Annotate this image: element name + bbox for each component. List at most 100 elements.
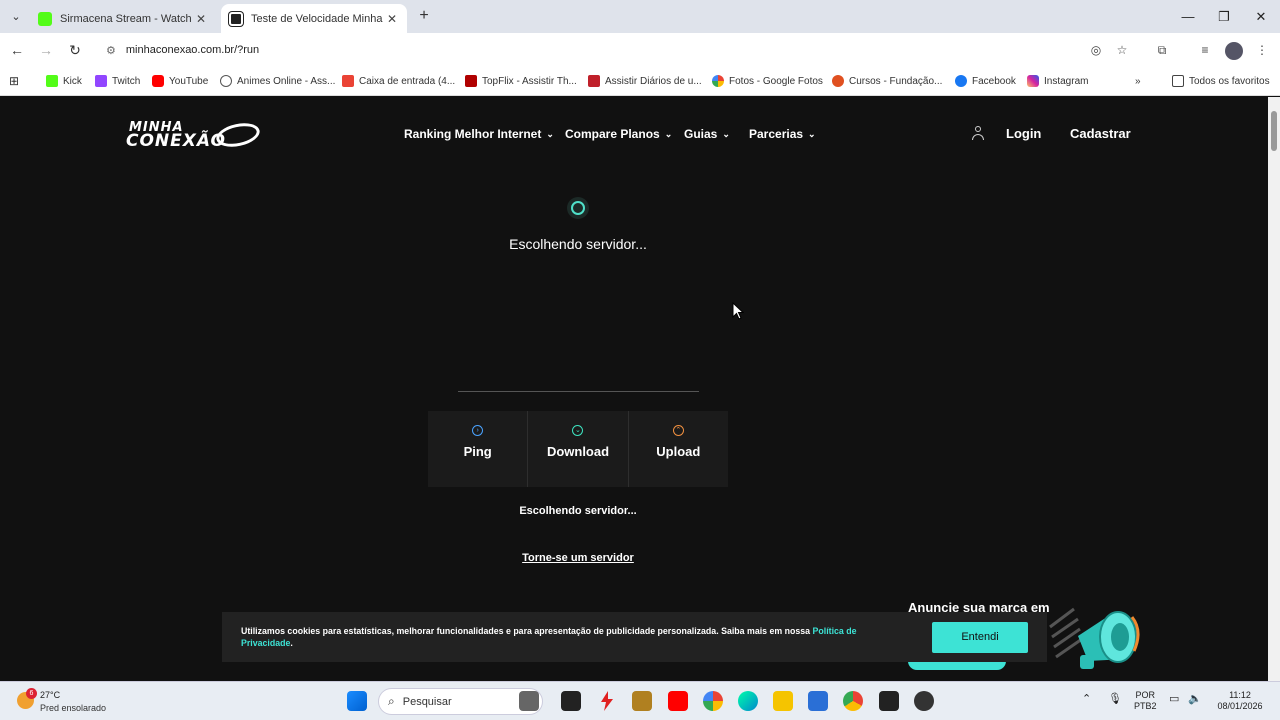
w-icon xyxy=(588,75,600,87)
windows-taskbar: 6 27°C Pred ensolarado ⌕ Pesquisar ⌃ 🎙 P… xyxy=(0,681,1280,720)
minhaconexao-favicon-icon xyxy=(229,11,243,26)
photos-app-icon[interactable] xyxy=(703,691,723,711)
kick-icon xyxy=(46,75,58,87)
app-icon[interactable] xyxy=(914,691,934,711)
bookmark-gmail[interactable]: Caixa de entrada (4... xyxy=(342,73,455,89)
youtube-icon xyxy=(152,75,164,87)
temperature: 27°C xyxy=(40,690,61,700)
kick-favicon-icon xyxy=(38,11,52,26)
page-scrollbar[interactable] xyxy=(1268,97,1280,681)
metric-ping: › Ping xyxy=(428,411,528,487)
signup-link[interactable]: Cadastrar xyxy=(1070,126,1131,141)
edge-icon[interactable] xyxy=(738,691,758,711)
volume-icon[interactable]: 🔈 xyxy=(1188,694,1202,705)
browser-tab-bar: ⌄ Sirmacena Stream - Watch Live ✕ Teste … xyxy=(0,0,1280,33)
nav-compare-planos[interactable]: Compare Planos ⌄ xyxy=(565,127,672,141)
file-explorer-icon[interactable] xyxy=(773,691,793,711)
close-window-icon[interactable]: ✕ xyxy=(1243,0,1279,33)
tab-title: Sirmacena Stream - Watch Live xyxy=(60,12,194,25)
accept-cookies-button[interactable]: Entendi xyxy=(932,621,1028,653)
server-status-small: Escolhendo servidor... xyxy=(519,505,637,517)
reload-icon[interactable]: ↻ xyxy=(64,39,86,61)
logo-line2: CONEXÃO xyxy=(126,131,226,151)
store-icon[interactable] xyxy=(808,691,828,711)
login-link[interactable]: Login xyxy=(1006,126,1041,141)
bookmark-google-photos[interactable]: Fotos - Google Fotos xyxy=(712,73,823,89)
clock[interactable]: 11:12 08/01/2026 xyxy=(1214,690,1266,712)
upload-icon: ⌃ xyxy=(672,425,684,436)
become-server-link[interactable]: Torne-se um servidor xyxy=(428,552,728,564)
task-view-icon[interactable] xyxy=(561,691,581,711)
notification-badge: 6 xyxy=(26,688,37,699)
lightning-app-icon[interactable] xyxy=(601,691,613,711)
weather-widget[interactable]: 6 27°C Pred ensolarado xyxy=(16,688,126,716)
chevron-down-icon: ⌄ xyxy=(808,128,816,139)
metrics-panel: › Ping ⌄ Download ⌃ Upload xyxy=(428,411,728,487)
bookmark-topflix[interactable]: TopFlix - Assistir Th... xyxy=(465,73,577,89)
scrollbar-thumb[interactable] xyxy=(1271,111,1277,151)
camera-app-icon[interactable] xyxy=(519,691,539,711)
eye-off-icon[interactable]: ◎ xyxy=(1087,41,1105,59)
profile-avatar[interactable] xyxy=(1225,42,1243,60)
bookmark-cursos[interactable]: Cursos - Fundação... xyxy=(832,73,942,89)
nav-guias[interactable]: Guias ⌄ xyxy=(684,127,730,141)
close-tab-icon[interactable]: ✕ xyxy=(385,12,399,26)
youtube-app-icon[interactable] xyxy=(668,691,688,711)
bookmark-animes[interactable]: Animes Online - Ass... xyxy=(220,73,335,89)
game-app-icon[interactable] xyxy=(632,691,652,711)
tab-speed-test[interactable]: Teste de Velocidade Minha Con ✕ xyxy=(221,4,407,33)
loading-spinner-icon xyxy=(567,197,589,219)
apps-grid-icon[interactable]: ⊞ xyxy=(9,73,19,89)
minhaconexao-logo[interactable]: MINHA CONEXÃO xyxy=(126,119,262,151)
metric-label: Upload xyxy=(656,444,701,459)
bookmark-twitch[interactable]: Twitch xyxy=(95,73,140,89)
minimize-icon[interactable]: — xyxy=(1170,0,1206,33)
network-icon[interactable]: ▭ xyxy=(1169,694,1179,705)
new-tab-button[interactable]: + xyxy=(414,6,434,26)
instagram-icon xyxy=(1027,75,1039,87)
nav-parcerias[interactable]: Parcerias ⌄ xyxy=(749,127,816,141)
ping-icon: › xyxy=(472,425,484,436)
maximize-icon[interactable]: ❐ xyxy=(1206,0,1242,33)
address-bar[interactable]: ⚙ minhaconexao.com.br/?run xyxy=(96,37,1142,63)
bookmark-instagram[interactable]: Instagram xyxy=(1027,73,1088,89)
metric-download: ⌄ Download xyxy=(527,411,628,487)
bookmark-star-icon[interactable]: ☆ xyxy=(1113,41,1131,59)
all-bookmarks-folder[interactable]: Todos os favoritos xyxy=(1172,73,1270,89)
chevron-down-icon: ⌄ xyxy=(664,128,673,139)
bookmark-kick[interactable]: Kick xyxy=(46,73,82,89)
menu-dots-icon[interactable]: ⋮ xyxy=(1253,41,1271,59)
twitch-icon xyxy=(95,75,107,87)
tab-title: Teste de Velocidade Minha Con xyxy=(251,12,385,25)
user-icon[interactable] xyxy=(972,126,984,140)
more-bookmarks-icon[interactable]: » xyxy=(1135,73,1141,89)
folder-icon xyxy=(1172,75,1184,87)
forward-icon[interactable]: → xyxy=(35,39,57,61)
site-info-icon[interactable]: ⚙ xyxy=(106,44,116,57)
search-icon: ⌕ xyxy=(388,694,395,708)
back-icon[interactable]: ← xyxy=(6,39,28,61)
tray-chevron-up-icon[interactable]: ⌃ xyxy=(1082,694,1091,705)
cursos-icon xyxy=(832,75,844,87)
tab-search-chevron-icon[interactable]: ⌄ xyxy=(6,7,26,27)
gmail-icon xyxy=(342,75,354,87)
nav-ranking[interactable]: Ranking Melhor Internet ⌄ xyxy=(404,127,554,141)
bookmark-facebook[interactable]: Facebook xyxy=(955,73,1016,89)
megaphone-icon xyxy=(1048,601,1143,677)
extensions-icon[interactable]: ⧉ xyxy=(1153,41,1171,59)
microphone-icon[interactable]: 🎙 xyxy=(1108,694,1122,705)
bookmark-diarios[interactable]: Assistir Diários de u... xyxy=(588,73,702,89)
cookie-text: Utilizamos cookies para estatísticas, me… xyxy=(241,626,857,648)
language-indicator[interactable]: POR PTB2 xyxy=(1134,690,1157,712)
globe-icon xyxy=(220,75,232,87)
windows-start-icon[interactable] xyxy=(347,691,367,711)
bookmark-youtube[interactable]: YouTube xyxy=(152,73,208,89)
url-text[interactable]: minhaconexao.com.br/?run xyxy=(126,44,259,56)
chrome-icon[interactable] xyxy=(843,691,863,711)
metric-upload: ⌃ Upload xyxy=(627,411,728,487)
epic-games-icon[interactable] xyxy=(879,691,899,711)
close-tab-icon[interactable]: ✕ xyxy=(194,12,208,26)
progress-divider xyxy=(458,391,699,392)
tab-sirmacena[interactable]: Sirmacena Stream - Watch Live ✕ xyxy=(30,4,216,33)
media-controls-icon[interactable]: ≡ xyxy=(1196,41,1214,59)
